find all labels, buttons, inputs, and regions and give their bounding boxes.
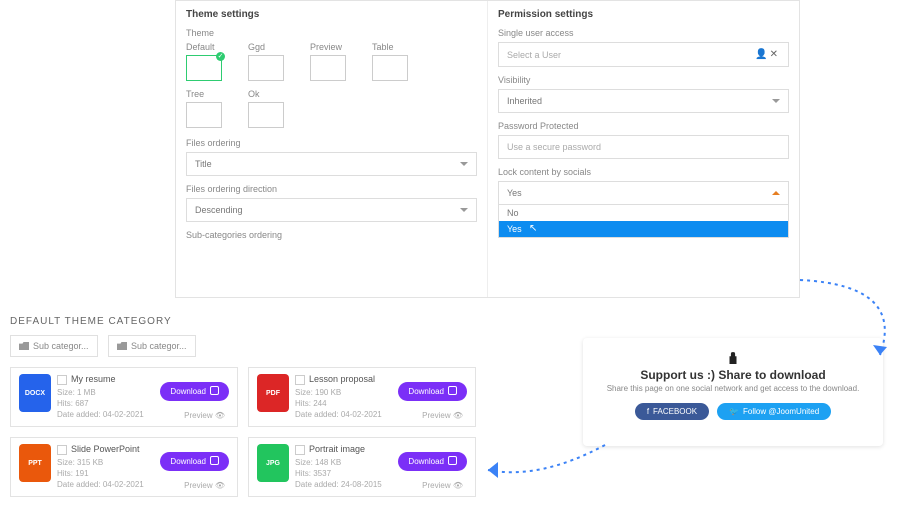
checkmark-icon: ✓ <box>216 52 225 61</box>
theme-option-table[interactable]: Table <box>372 42 408 83</box>
theme-row-1: Default✓ Ggd Preview Table <box>186 42 477 83</box>
theme-option-tree[interactable]: Tree <box>186 89 222 130</box>
theme-settings-column: Theme settings Theme Default✓ Ggd Previe… <box>176 1 487 297</box>
dropdown-option-no[interactable]: No <box>499 205 788 221</box>
theme-label: Theme <box>186 28 477 38</box>
files-ordering-dir-label: Files ordering direction <box>186 184 477 194</box>
permission-settings-title: Permission settings <box>498 9 789 20</box>
theme-option-ok[interactable]: Ok <box>248 89 284 130</box>
facebook-icon: f <box>647 407 649 416</box>
twitter-follow-button[interactable]: 🐦Follow @JoomUnited <box>717 403 831 420</box>
flow-arrow-2 <box>480 440 610 490</box>
files-ordering-select[interactable]: Title <box>186 152 477 176</box>
download-button[interactable]: Download <box>160 452 229 471</box>
preview-link[interactable]: Preview 👁 <box>184 481 225 490</box>
theme-option-preview[interactable]: Preview <box>310 42 346 83</box>
theme-row-2: Tree Ok <box>186 89 477 130</box>
cursor-icon: ↖ <box>529 223 537 234</box>
single-user-input[interactable]: Select a User👤✕ <box>498 42 789 67</box>
files-ordering-dir-select[interactable]: Descending <box>186 198 477 222</box>
visibility-label: Visibility <box>498 75 789 85</box>
settings-panel: Theme settings Theme Default✓ Ggd Previe… <box>175 0 800 298</box>
download-icon <box>210 456 219 467</box>
password-input[interactable]: Use a secure password <box>498 135 789 159</box>
file-type-icon: JPG <box>257 444 289 482</box>
dropdown-list: No Yes↖ <box>498 204 789 238</box>
category-panel: DEFAULT THEME CATEGORY Sub categor...Sub… <box>0 308 490 505</box>
share-subtitle: Share this page on one social network an… <box>595 384 871 393</box>
folder-icon <box>117 342 127 350</box>
download-button[interactable]: Download <box>398 382 467 401</box>
user-icon: 👤 <box>755 49 769 60</box>
share-title: Support us :) Share to download <box>595 368 871 382</box>
files-ordering-label: Files ordering <box>186 138 477 148</box>
twitter-icon: 🐦 <box>729 407 739 416</box>
file-card: PDFLesson proposalSize: 190 KBHits: 244D… <box>248 367 476 427</box>
lock-icon <box>726 350 740 364</box>
download-button[interactable]: Download <box>398 452 467 471</box>
file-card: PPTSlide PowerPointSize: 315 KBHits: 191… <box>10 437 238 497</box>
lock-socials-dropdown[interactable]: Yes No Yes↖ <box>498 181 789 238</box>
download-icon <box>448 386 457 397</box>
category-title: DEFAULT THEME CATEGORY <box>10 316 480 327</box>
file-card: DOCXMy resumeSize: 1 MBHits: 687Date add… <box>10 367 238 427</box>
visibility-select[interactable]: Inherited <box>498 89 789 113</box>
file-type-icon: DOCX <box>19 374 51 412</box>
preview-link[interactable]: Preview 👁 <box>422 411 463 420</box>
lock-socials-label: Lock content by socials <box>498 167 789 177</box>
preview-link[interactable]: Preview 👁 <box>422 481 463 490</box>
download-button[interactable]: Download <box>160 382 229 401</box>
chevron-down-icon <box>460 162 468 166</box>
download-icon <box>448 456 457 467</box>
clear-icon[interactable]: ✕ <box>770 49 780 60</box>
dropdown-option-yes[interactable]: Yes↖ <box>499 221 788 237</box>
share-modal: Support us :) Share to download Share th… <box>583 338 883 446</box>
folders-row: Sub categor... Sub categor... <box>10 335 480 357</box>
theme-option-ggd[interactable]: Ggd <box>248 42 284 83</box>
chevron-up-icon <box>772 191 780 195</box>
download-icon <box>210 386 219 397</box>
files-grid: DOCXMy resumeSize: 1 MBHits: 687Date add… <box>10 367 480 497</box>
file-type-icon: PPT <box>19 444 51 482</box>
permission-settings-column: Permission settings Single user access S… <box>487 1 799 297</box>
chevron-down-icon <box>460 208 468 212</box>
sub-folder[interactable]: Sub categor... <box>108 335 196 357</box>
sub-folder[interactable]: Sub categor... <box>10 335 98 357</box>
file-card: JPGPortrait imageSize: 148 KBHits: 3537D… <box>248 437 476 497</box>
password-label: Password Protected <box>498 121 789 131</box>
preview-link[interactable]: Preview 👁 <box>184 411 225 420</box>
single-user-label: Single user access <box>498 28 789 38</box>
theme-option-default[interactable]: Default✓ <box>186 42 222 83</box>
folder-icon <box>19 342 29 350</box>
file-type-icon: PDF <box>257 374 289 412</box>
theme-settings-title: Theme settings <box>186 9 477 20</box>
facebook-button[interactable]: fFACEBOOK <box>635 403 709 420</box>
chevron-down-icon <box>772 99 780 103</box>
subcat-ordering-label: Sub-categories ordering <box>186 230 477 240</box>
